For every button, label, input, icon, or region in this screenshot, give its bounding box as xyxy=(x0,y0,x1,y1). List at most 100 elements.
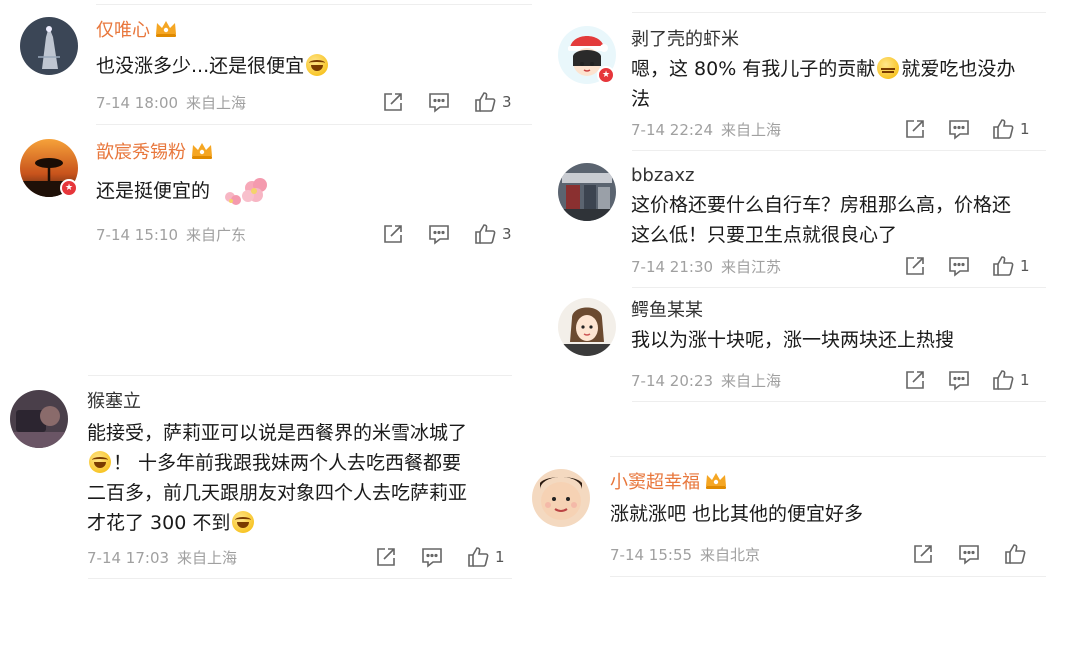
verified-badge-icon: ★ xyxy=(60,179,78,197)
comment-text: 能接受，萨莉亚可以说是西餐界的米雪冰城了 ！ 十多年前我跟我妹两个人去吃西餐都要… xyxy=(87,418,527,538)
comment-text: 我以为涨十块呢，涨一块两块还上热搜 xyxy=(631,325,1051,355)
like-button[interactable]: 1 xyxy=(992,368,1030,392)
comment-button[interactable] xyxy=(428,222,450,246)
like-count: 1 xyxy=(495,548,505,566)
comment-button[interactable] xyxy=(948,368,970,392)
comment-icon xyxy=(421,546,443,568)
share-button[interactable] xyxy=(382,90,404,114)
comment-button[interactable] xyxy=(958,542,980,566)
comment-meta: 7-14 21:30 来自江苏 xyxy=(631,256,781,277)
flower-emoji-icon xyxy=(216,173,268,216)
avatar[interactable] xyxy=(532,469,590,527)
comment-date: 7-14 21:30 xyxy=(631,258,714,276)
like-button[interactable] xyxy=(1004,542,1032,566)
username-text[interactable]: 仅唯心 xyxy=(96,20,150,41)
comment-actions xyxy=(912,542,1042,566)
username[interactable]: 猴塞立 xyxy=(87,390,527,414)
avatar[interactable] xyxy=(558,163,616,221)
comment-text: 这价格还要什么自行车？房租那么高，价格还 这么低！只要卫生点就很良心了 xyxy=(631,190,1051,250)
comment-date: 7-14 22:24 xyxy=(631,121,714,139)
avatar[interactable] xyxy=(20,17,78,75)
comment-divider xyxy=(610,456,1046,457)
username-text[interactable]: 鳄鱼某某 xyxy=(631,300,703,321)
comment-divider xyxy=(632,287,1046,288)
comment-text-line: 二百多，前几天跟朋友对象四个人去吃萨莉亚 xyxy=(87,482,468,504)
comment-button[interactable] xyxy=(428,90,450,114)
comment-text: 涨就涨吧 也比其他的便宜好多 xyxy=(610,499,1050,529)
share-icon xyxy=(382,91,404,113)
like-button[interactable]: 3 xyxy=(474,222,512,246)
share-button[interactable] xyxy=(382,222,404,246)
comment-text-line: 法 xyxy=(631,88,651,110)
username-text[interactable]: 剥了壳的虾米 xyxy=(631,29,739,50)
comment-icon xyxy=(948,255,970,277)
like-count: 3 xyxy=(502,225,512,243)
username[interactable]: 剥了壳的虾米 xyxy=(631,28,1051,52)
comment-icon xyxy=(948,369,970,391)
comment-date: 7-14 15:55 xyxy=(610,546,693,564)
share-button[interactable] xyxy=(904,254,926,278)
share-icon xyxy=(904,255,926,277)
comment-date: 7-14 20:23 xyxy=(631,372,714,390)
like-count: 1 xyxy=(1020,120,1030,138)
comment-button[interactable] xyxy=(948,254,970,278)
username-text[interactable]: 小窦超幸福 xyxy=(610,472,700,493)
comment-divider xyxy=(610,576,1046,577)
username[interactable]: 仅唯心 xyxy=(96,18,536,45)
comment-button[interactable] xyxy=(421,545,443,569)
share-icon xyxy=(382,223,404,245)
share-icon xyxy=(912,543,934,565)
comment-date: 7-14 17:03 xyxy=(87,549,170,567)
share-button[interactable] xyxy=(375,545,397,569)
username-text[interactable]: 歆宸秀锡粉 xyxy=(96,142,186,163)
thumbs-up-icon xyxy=(1004,543,1026,565)
thumbs-up-icon xyxy=(992,118,1014,140)
like-button[interactable]: 1 xyxy=(467,545,505,569)
comment-text: 也没涨多少...还是很便宜 xyxy=(96,51,536,81)
comment-button[interactable] xyxy=(948,117,970,141)
comment-actions: 3 xyxy=(382,90,522,114)
comment-meta: 7-14 20:23 来自上海 xyxy=(631,370,781,391)
share-icon xyxy=(904,118,926,140)
comment-icon xyxy=(958,543,980,565)
top-divider xyxy=(96,4,532,5)
comment-location: 来自上海 xyxy=(186,94,247,112)
like-button[interactable]: 1 xyxy=(992,117,1030,141)
username[interactable]: 鳄鱼某某 xyxy=(631,299,1051,323)
like-count: 3 xyxy=(502,93,512,111)
comment-text-line: 就爱吃也没办 xyxy=(901,58,1016,80)
comment-location: 来自北京 xyxy=(700,546,761,564)
share-button[interactable] xyxy=(912,542,934,566)
comment-text-line: 才花了 300 不到 xyxy=(87,512,231,534)
comment-actions: 1 xyxy=(375,545,515,569)
avatar[interactable] xyxy=(10,390,68,448)
comment-meta: 7-14 15:55 来自北京 xyxy=(610,544,760,565)
share-button[interactable] xyxy=(904,368,926,392)
comment-actions: 1 xyxy=(904,254,1044,278)
comment-location: 来自上海 xyxy=(721,372,782,390)
comment-text-line: 这么低！只要卫生点就很良心了 xyxy=(631,224,898,246)
crown-icon xyxy=(704,470,728,497)
comment-icon xyxy=(428,223,450,245)
like-button[interactable]: 1 xyxy=(992,254,1030,278)
comment-text-line: 这价格还要什么自行车？房租那么高，价格还 xyxy=(631,194,1012,216)
username-text[interactable]: bbzaxz xyxy=(631,165,694,186)
like-button[interactable]: 3 xyxy=(474,90,512,114)
comment-meta: 7-14 15:10 来自广东 xyxy=(96,224,246,245)
comment-location: 来自广东 xyxy=(186,226,247,244)
comment-divider xyxy=(88,578,512,579)
comment-location: 来自上海 xyxy=(177,549,238,567)
share-button[interactable] xyxy=(904,117,926,141)
avatar[interactable] xyxy=(558,298,616,356)
username[interactable]: 歆宸秀锡粉 xyxy=(96,140,536,167)
comment-text: 嗯，这 80% 有我儿子的贡献 就爱吃也没办 法 xyxy=(631,54,1051,114)
comment-text-line: 嗯，这 80% 有我儿子的贡献 xyxy=(631,58,876,80)
username-text[interactable]: 猴塞立 xyxy=(87,391,141,412)
thumbs-up-icon xyxy=(992,255,1014,277)
share-icon xyxy=(375,546,397,568)
laughing-emoji-icon xyxy=(89,451,111,473)
username[interactable]: 小窦超幸福 xyxy=(610,470,1050,497)
comment-text-content: 也没涨多少...还是很便宜 xyxy=(96,55,305,77)
username[interactable]: bbzaxz xyxy=(631,164,1051,188)
share-icon xyxy=(904,369,926,391)
